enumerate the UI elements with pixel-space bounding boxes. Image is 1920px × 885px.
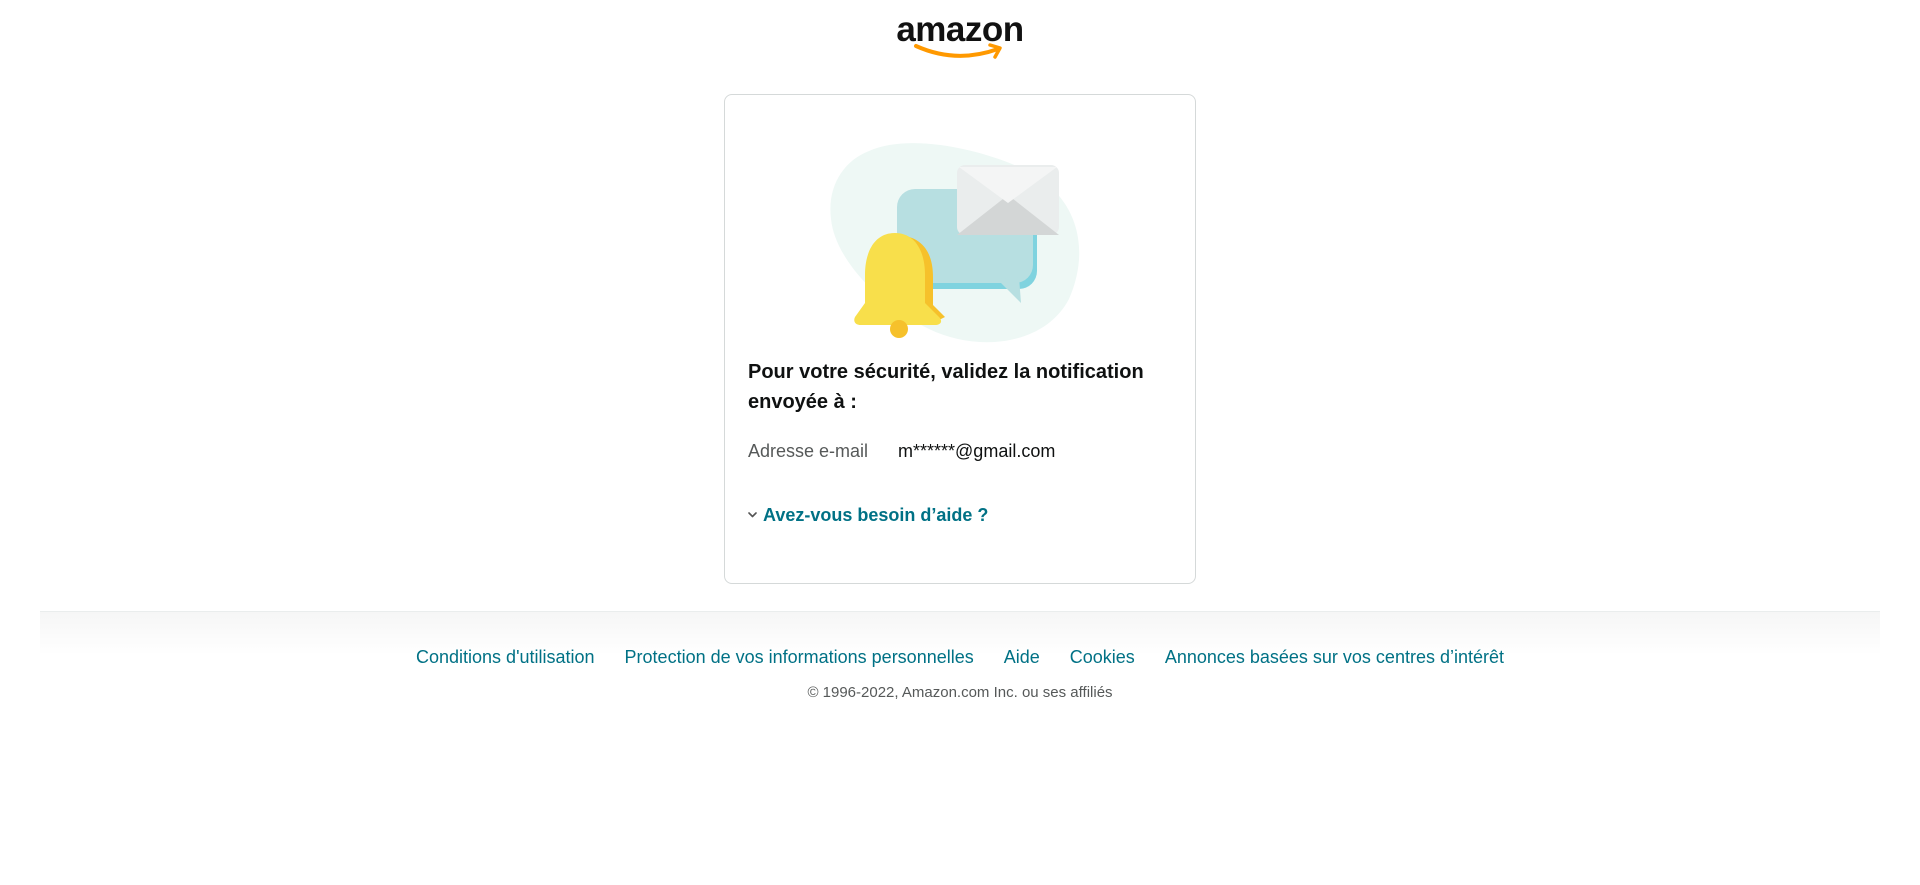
page-title: Pour votre sécurité, validez la notifica… [748, 361, 1144, 413]
page: amazon Pour votre sécurité, validez la n… [0, 0, 1920, 885]
need-help-expander[interactable]: Avez-vous besoin d’aide ? [748, 503, 988, 527]
verification-card: Pour votre sécurité, validez la notifica… [724, 94, 1196, 584]
smile-arrow-icon [914, 43, 1002, 59]
footer-link-cookies[interactable]: Cookies [1070, 647, 1135, 667]
footer-links: Conditions d'utilisation Protection de vo… [0, 645, 1920, 669]
footer-link-interest-ads[interactable]: Annonces basées sur vos centres d’intérê… [1165, 647, 1504, 667]
footer-link-help[interactable]: Aide [1004, 647, 1040, 667]
footer-link-privacy[interactable]: Protection de vos informations personnel… [625, 647, 974, 667]
footer-link-conditions[interactable]: Conditions d'utilisation [416, 647, 595, 667]
notification-illustration [830, 143, 1080, 343]
copyright: © 1996-2022, Amazon.com Inc. ou ses affi… [807, 684, 1113, 701]
need-help-label: Avez-vous besoin d’aide ? [763, 505, 989, 525]
email-label: Adresse e-mail [748, 441, 869, 461]
envelope-icon [957, 165, 1059, 235]
email-value: m******@gmail.com [898, 441, 1056, 461]
amazon-logo[interactable]: amazon [894, 10, 1026, 60]
email-row: Adresse e-mail m******@gmail.com [748, 439, 1055, 463]
chevron-down-icon [748, 511, 757, 518]
